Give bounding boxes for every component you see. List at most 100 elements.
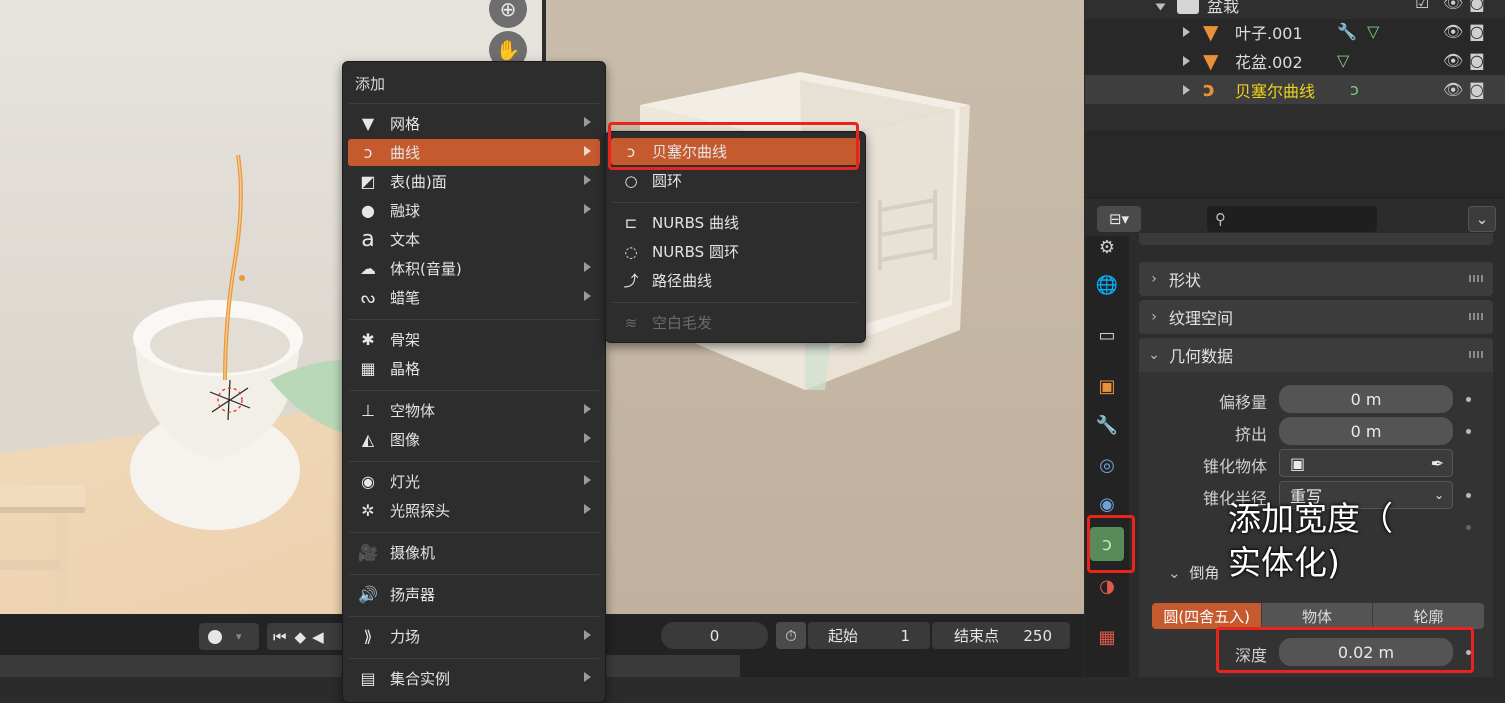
menu-item-armature[interactable]: ✱ 骨架 <box>348 326 600 353</box>
eyedropper-icon[interactable]: ✒ <box>1431 454 1444 473</box>
menu-item-empty[interactable]: ⊥ 空物体 <box>348 397 600 424</box>
drag-handle-icon[interactable] <box>1469 313 1483 320</box>
expand-icon[interactable] <box>1183 85 1190 95</box>
outliner-row-leaf[interactable]: ▼ 叶子.001 🔧 ▽ 👁 ◙ <box>1085 17 1505 46</box>
wrench-icon[interactable]: 🔧 <box>1337 22 1357 41</box>
menu-item-speaker[interactable]: 🔊 扬声器 <box>348 581 600 608</box>
chevron-down-icon: ⌄ <box>1433 488 1444 502</box>
menu-item-collection-instance[interactable]: ▤ 集合实例 <box>348 665 600 692</box>
annotation-text: 添加宽度（ 实体化) <box>1228 499 1393 582</box>
animate-dot-icon[interactable] <box>1466 525 1471 530</box>
bevel-mode-round[interactable]: 圆(四舍五入) <box>1152 603 1262 629</box>
checkbox-icon[interactable]: ☑ <box>1415 0 1429 12</box>
object-icon[interactable]: ▣ <box>1090 369 1124 403</box>
bevel-mode-profile[interactable]: 轮廓 <box>1371 603 1484 629</box>
eye-icon[interactable]: 👁 <box>1443 22 1463 41</box>
datablock-selector[interactable] <box>1139 233 1493 245</box>
animate-dot-icon[interactable] <box>1466 429 1471 434</box>
stopwatch-icon[interactable]: ⏱ <box>776 622 806 649</box>
mesh-icon: ▼ <box>1203 49 1219 73</box>
submenu-item-bezier[interactable]: ↄ 贝塞尔曲线 <box>611 138 860 165</box>
mesh-data-icon[interactable]: ▽ <box>1337 51 1349 70</box>
modifier-icon[interactable]: 🔧 <box>1090 408 1124 442</box>
menu-item-light-probe[interactable]: ✲ 光照探头 <box>348 497 600 524</box>
offset-field[interactable]: 0 m <box>1279 385 1453 413</box>
animate-dot-icon[interactable] <box>1466 397 1471 402</box>
camera-render-icon[interactable]: ◙ <box>1469 22 1485 41</box>
taper-object-label: 锥化物体 <box>1202 457 1267 476</box>
collection-icon <box>1177 0 1199 14</box>
animate-dot-icon[interactable] <box>1466 493 1471 498</box>
menu-item-text[interactable]: a 文本 <box>348 226 600 253</box>
curve-data-icon[interactable]: ↄ <box>1350 80 1359 99</box>
depth-field[interactable]: 0.02 m <box>1279 638 1453 666</box>
panel-texture-space[interactable]: › 纹理空间 <box>1139 300 1493 334</box>
submenu-arrow-icon <box>584 117 591 127</box>
particles-icon[interactable]: ◎ <box>1090 448 1124 482</box>
divider <box>349 574 599 575</box>
jump-start-icon[interactable]: ⏮ <box>273 628 287 646</box>
submenu-item-nurbs-circle[interactable]: ◌ NURBS 圆环 <box>611 238 860 265</box>
drag-handle-icon[interactable] <box>1469 275 1483 282</box>
submenu-arrow-icon <box>584 291 591 301</box>
submenu-item-path[interactable]: ⤴ 路径曲线 <box>611 267 860 294</box>
texture-icon[interactable]: ▦ <box>1090 620 1124 654</box>
submenu-item-circle[interactable]: ○ 圆环 <box>611 167 860 194</box>
keyframe-prev-icon[interactable]: ◆ <box>295 628 307 646</box>
expand-icon[interactable] <box>1155 3 1166 11</box>
panel-shape[interactable]: › 形状 <box>1139 262 1493 296</box>
eye-icon[interactable]: 👁 <box>1443 0 1463 12</box>
menu-item-image[interactable]: ◭ 图像 <box>348 426 600 453</box>
options-dropdown[interactable]: ⌄ <box>1468 206 1496 232</box>
world-icon[interactable]: 🌐 <box>1090 268 1124 302</box>
submenu-arrow-icon <box>584 146 591 156</box>
menu-item-camera[interactable]: 🎥 摄像机 <box>348 539 600 566</box>
extrude-field[interactable]: 0 m <box>1279 417 1453 445</box>
surface-icon: ◩ <box>360 172 376 191</box>
expand-icon[interactable] <box>1183 27 1190 37</box>
menu-item-mesh[interactable]: ▼ 网格 <box>348 110 600 137</box>
menu-item-light[interactable]: ◉ 灯光 <box>348 468 600 495</box>
animate-dot-icon[interactable] <box>1466 650 1471 655</box>
record-button[interactable]: ▾ <box>199 623 259 650</box>
camera-render-icon[interactable]: ◙ <box>1469 0 1485 12</box>
menu-item-force-field[interactable]: ⟫ 力场 <box>348 623 600 650</box>
scene-icon[interactable]: ⚙ <box>1090 230 1124 264</box>
outliner-row-pot[interactable]: ▼ 花盆.002 ▽ 👁 ◙ <box>1085 46 1505 75</box>
drag-handle-icon[interactable] <box>1469 351 1483 358</box>
menu-item-volume[interactable]: ☁ 体积(音量) <box>348 255 600 282</box>
outliner-row-bezier[interactable]: ↄ 贝塞尔曲线 ↄ 👁 ◙ <box>1085 75 1505 104</box>
menu-item-curve[interactable]: ↄ 曲线 <box>348 139 600 166</box>
eye-icon[interactable]: 👁 <box>1443 51 1463 70</box>
light-probe-icon: ✲ <box>361 501 375 520</box>
editor-type-dropdown[interactable]: ⊟▾ <box>1097 206 1141 232</box>
menu-item-lattice[interactable]: ▦ 晶格 <box>348 355 600 382</box>
expand-icon[interactable] <box>1183 56 1190 66</box>
play-reverse-icon[interactable]: ◀ <box>312 628 324 646</box>
physics-icon[interactable]: ◉ <box>1090 487 1124 521</box>
nurbs-circle-icon: ◌ <box>624 242 638 261</box>
eye-icon[interactable]: 👁 <box>1443 80 1463 99</box>
properties-tab-bar: ⚙ 🌐 ▭ ▣ 🔧 ◎ ◉ ↄ ◑ ▦ <box>1085 236 1129 677</box>
collection-tab-icon[interactable]: ▭ <box>1090 318 1124 352</box>
bevel-mode-object[interactable]: 物体 <box>1261 603 1371 629</box>
search-input[interactable]: ⚲ <box>1207 206 1377 232</box>
submenu-arrow-icon <box>584 404 591 414</box>
playback-controls[interactable]: ⏮ ◆ ◀ <box>267 623 347 650</box>
panel-geometry[interactable]: ⌄ 几何数据 <box>1139 338 1493 372</box>
material-icon[interactable]: ◑ <box>1090 569 1124 603</box>
end-frame-field[interactable]: 结束点 250 <box>932 622 1070 649</box>
submenu-arrow-icon <box>584 504 591 514</box>
start-frame-field[interactable]: 起始 1 <box>808 622 930 649</box>
menu-item-surface[interactable]: ◩ 表(曲)面 <box>348 168 600 195</box>
current-frame-field[interactable]: 0 <box>661 622 768 649</box>
menu-item-grease-pencil[interactable]: ᔓ 蜡笔 <box>348 284 600 311</box>
mesh-data-icon[interactable]: ▽ <box>1367 22 1379 41</box>
camera-render-icon[interactable]: ◙ <box>1469 51 1485 70</box>
curve-data-tab-icon[interactable]: ↄ <box>1090 527 1124 561</box>
submenu-item-nurbs-curve[interactable]: ⊏ NURBS 曲线 <box>611 209 860 236</box>
divider <box>349 319 599 320</box>
menu-item-metaball[interactable]: ● 融球 <box>348 197 600 224</box>
taper-object-field[interactable]: ▣ ✒ <box>1279 449 1453 477</box>
camera-render-icon[interactable]: ◙ <box>1469 80 1485 99</box>
